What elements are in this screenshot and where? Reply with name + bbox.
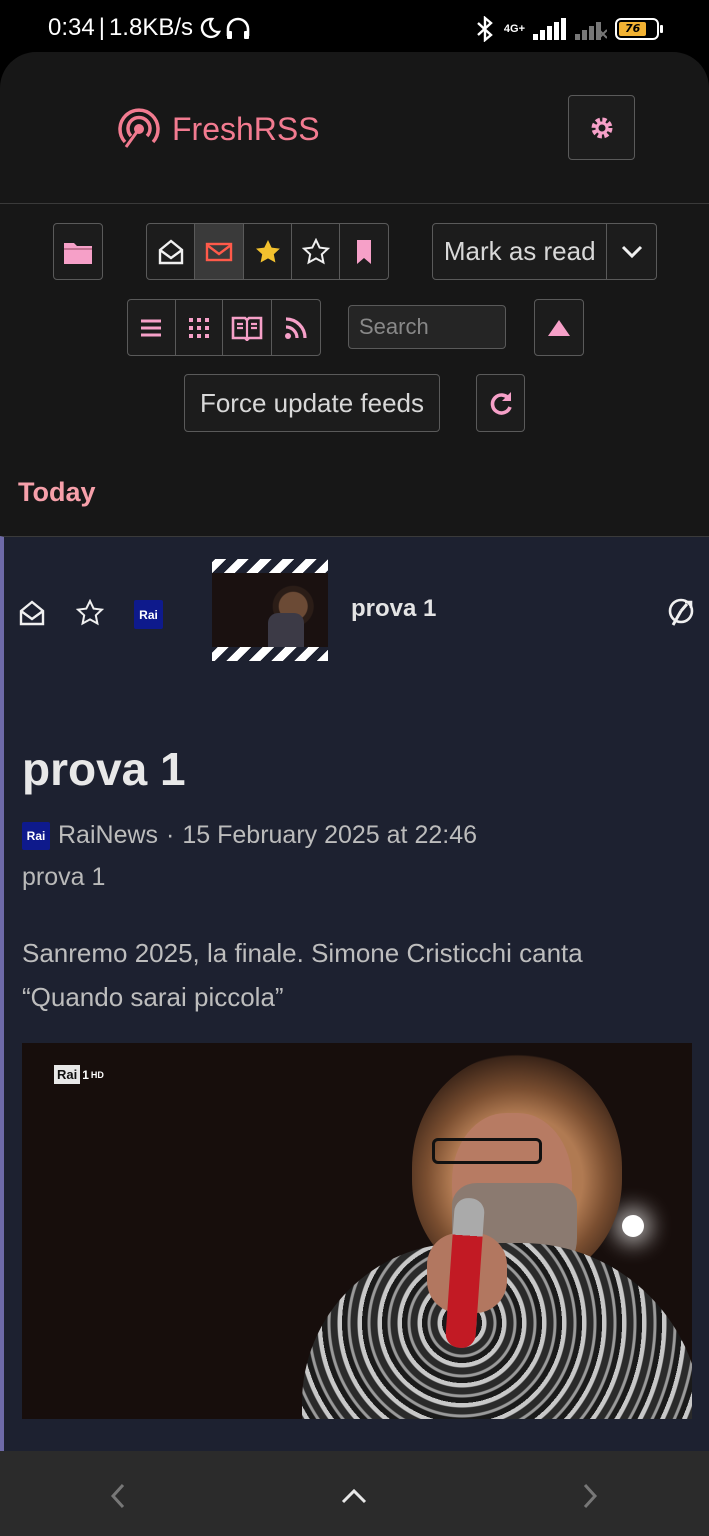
arrow-up-icon xyxy=(548,319,570,336)
favorite-toggle[interactable] xyxy=(75,598,105,631)
article-date: 15 February 2025 at 22:46 xyxy=(182,821,478,849)
gear-icon xyxy=(591,117,612,138)
star-outline-icon xyxy=(75,598,105,626)
signal-weak-icon xyxy=(575,22,607,40)
article-row[interactable]: Rai prova 1 xyxy=(4,537,709,687)
open-envelope-icon xyxy=(158,238,183,264)
link-icon xyxy=(668,598,694,626)
bottom-navigation xyxy=(0,1451,709,1536)
podcast-logo-icon xyxy=(118,108,160,148)
open-envelope-icon xyxy=(19,600,45,626)
article-subtitle: prova 1 xyxy=(22,863,106,891)
reader-view-button[interactable] xyxy=(223,300,272,355)
star-outline-icon xyxy=(301,237,330,264)
feed-icon[interactable]: Rai xyxy=(134,600,163,629)
previous-button[interactable] xyxy=(98,1479,138,1513)
bluetooth-icon xyxy=(477,16,493,42)
global-view-button[interactable] xyxy=(176,300,224,355)
network-label: 4G+ xyxy=(503,23,525,35)
force-update-button[interactable]: Force update feeds xyxy=(184,374,440,432)
mark-as-read-dropdown[interactable] xyxy=(607,224,656,279)
settings-button[interactable] xyxy=(568,95,635,160)
star-filled-icon xyxy=(255,239,280,262)
source-icon: Rai xyxy=(22,821,50,850)
bookmark-button[interactable] xyxy=(340,224,388,279)
mark-as-read-button[interactable]: Mark as read xyxy=(433,224,608,279)
next-button[interactable] xyxy=(570,1479,610,1513)
folder-button[interactable] xyxy=(53,223,103,280)
article-row-title[interactable]: prova 1 xyxy=(351,595,436,623)
external-link-button[interactable] xyxy=(667,598,695,632)
view-mode-group xyxy=(127,299,321,356)
status-time: 0:34 xyxy=(48,14,95,41)
article-thumbnail xyxy=(212,559,328,661)
channel-logo: Rai 1 HD xyxy=(54,1065,104,1084)
show-favorites-button[interactable] xyxy=(244,224,292,279)
status-speed: 1.8KB/s xyxy=(108,14,193,41)
chevron-down-icon xyxy=(621,245,642,258)
rss-icon xyxy=(284,316,307,339)
status-bar: 0:34 | 1.8KB/s 4G+ 76 xyxy=(0,0,709,60)
article-meta: Rai RaiNews · 15 February 2025 at 22:46 xyxy=(22,821,477,850)
app-logo[interactable]: FreshRSS xyxy=(116,106,320,152)
up-button[interactable] xyxy=(334,1479,374,1513)
app-title: FreshRSS xyxy=(172,110,320,147)
chevron-up-icon xyxy=(341,1488,367,1504)
read-state-filter-group xyxy=(146,223,389,280)
app-window: FreshRSS Mark as read Search Force updat… xyxy=(0,52,709,1536)
article-description: Sanremo 2025, la finale. Simone Cristicc… xyxy=(22,938,583,1012)
chevron-right-icon xyxy=(583,1483,598,1509)
refresh-button[interactable] xyxy=(476,374,525,432)
article-image: Rai 1 HD xyxy=(22,1043,692,1419)
show-read-button[interactable] xyxy=(147,224,195,279)
reader-icon xyxy=(231,316,263,341)
list-icon xyxy=(141,319,162,336)
scroll-top-button[interactable] xyxy=(534,299,584,356)
moon-icon xyxy=(200,17,221,39)
signal-icon xyxy=(533,18,566,40)
show-not-favorites-button[interactable] xyxy=(292,224,340,279)
envelope-icon xyxy=(205,242,233,261)
normal-view-button[interactable] xyxy=(128,300,176,355)
bookmark-icon xyxy=(357,239,371,264)
rss-view-button[interactable] xyxy=(272,300,320,355)
battery-indicator: 76 xyxy=(615,18,663,40)
article-card: Rai prova 1 prova 1 Rai RaiNews · 15 Feb… xyxy=(0,536,709,1451)
article-title[interactable]: prova 1 xyxy=(22,742,186,796)
header: FreshRSS xyxy=(0,52,709,204)
chevron-left-icon xyxy=(110,1483,125,1509)
article-source[interactable]: RaiNews xyxy=(58,821,158,850)
folder-icon xyxy=(64,242,92,264)
mark-as-read-group: Mark as read xyxy=(432,223,657,280)
headphones-icon xyxy=(226,17,250,39)
search-input[interactable] xyxy=(348,305,506,349)
section-title: Today xyxy=(18,477,96,507)
refresh-icon xyxy=(490,392,512,415)
grid-icon xyxy=(188,317,209,338)
mark-read-toggle[interactable] xyxy=(18,599,46,631)
show-unread-button[interactable] xyxy=(195,224,244,279)
